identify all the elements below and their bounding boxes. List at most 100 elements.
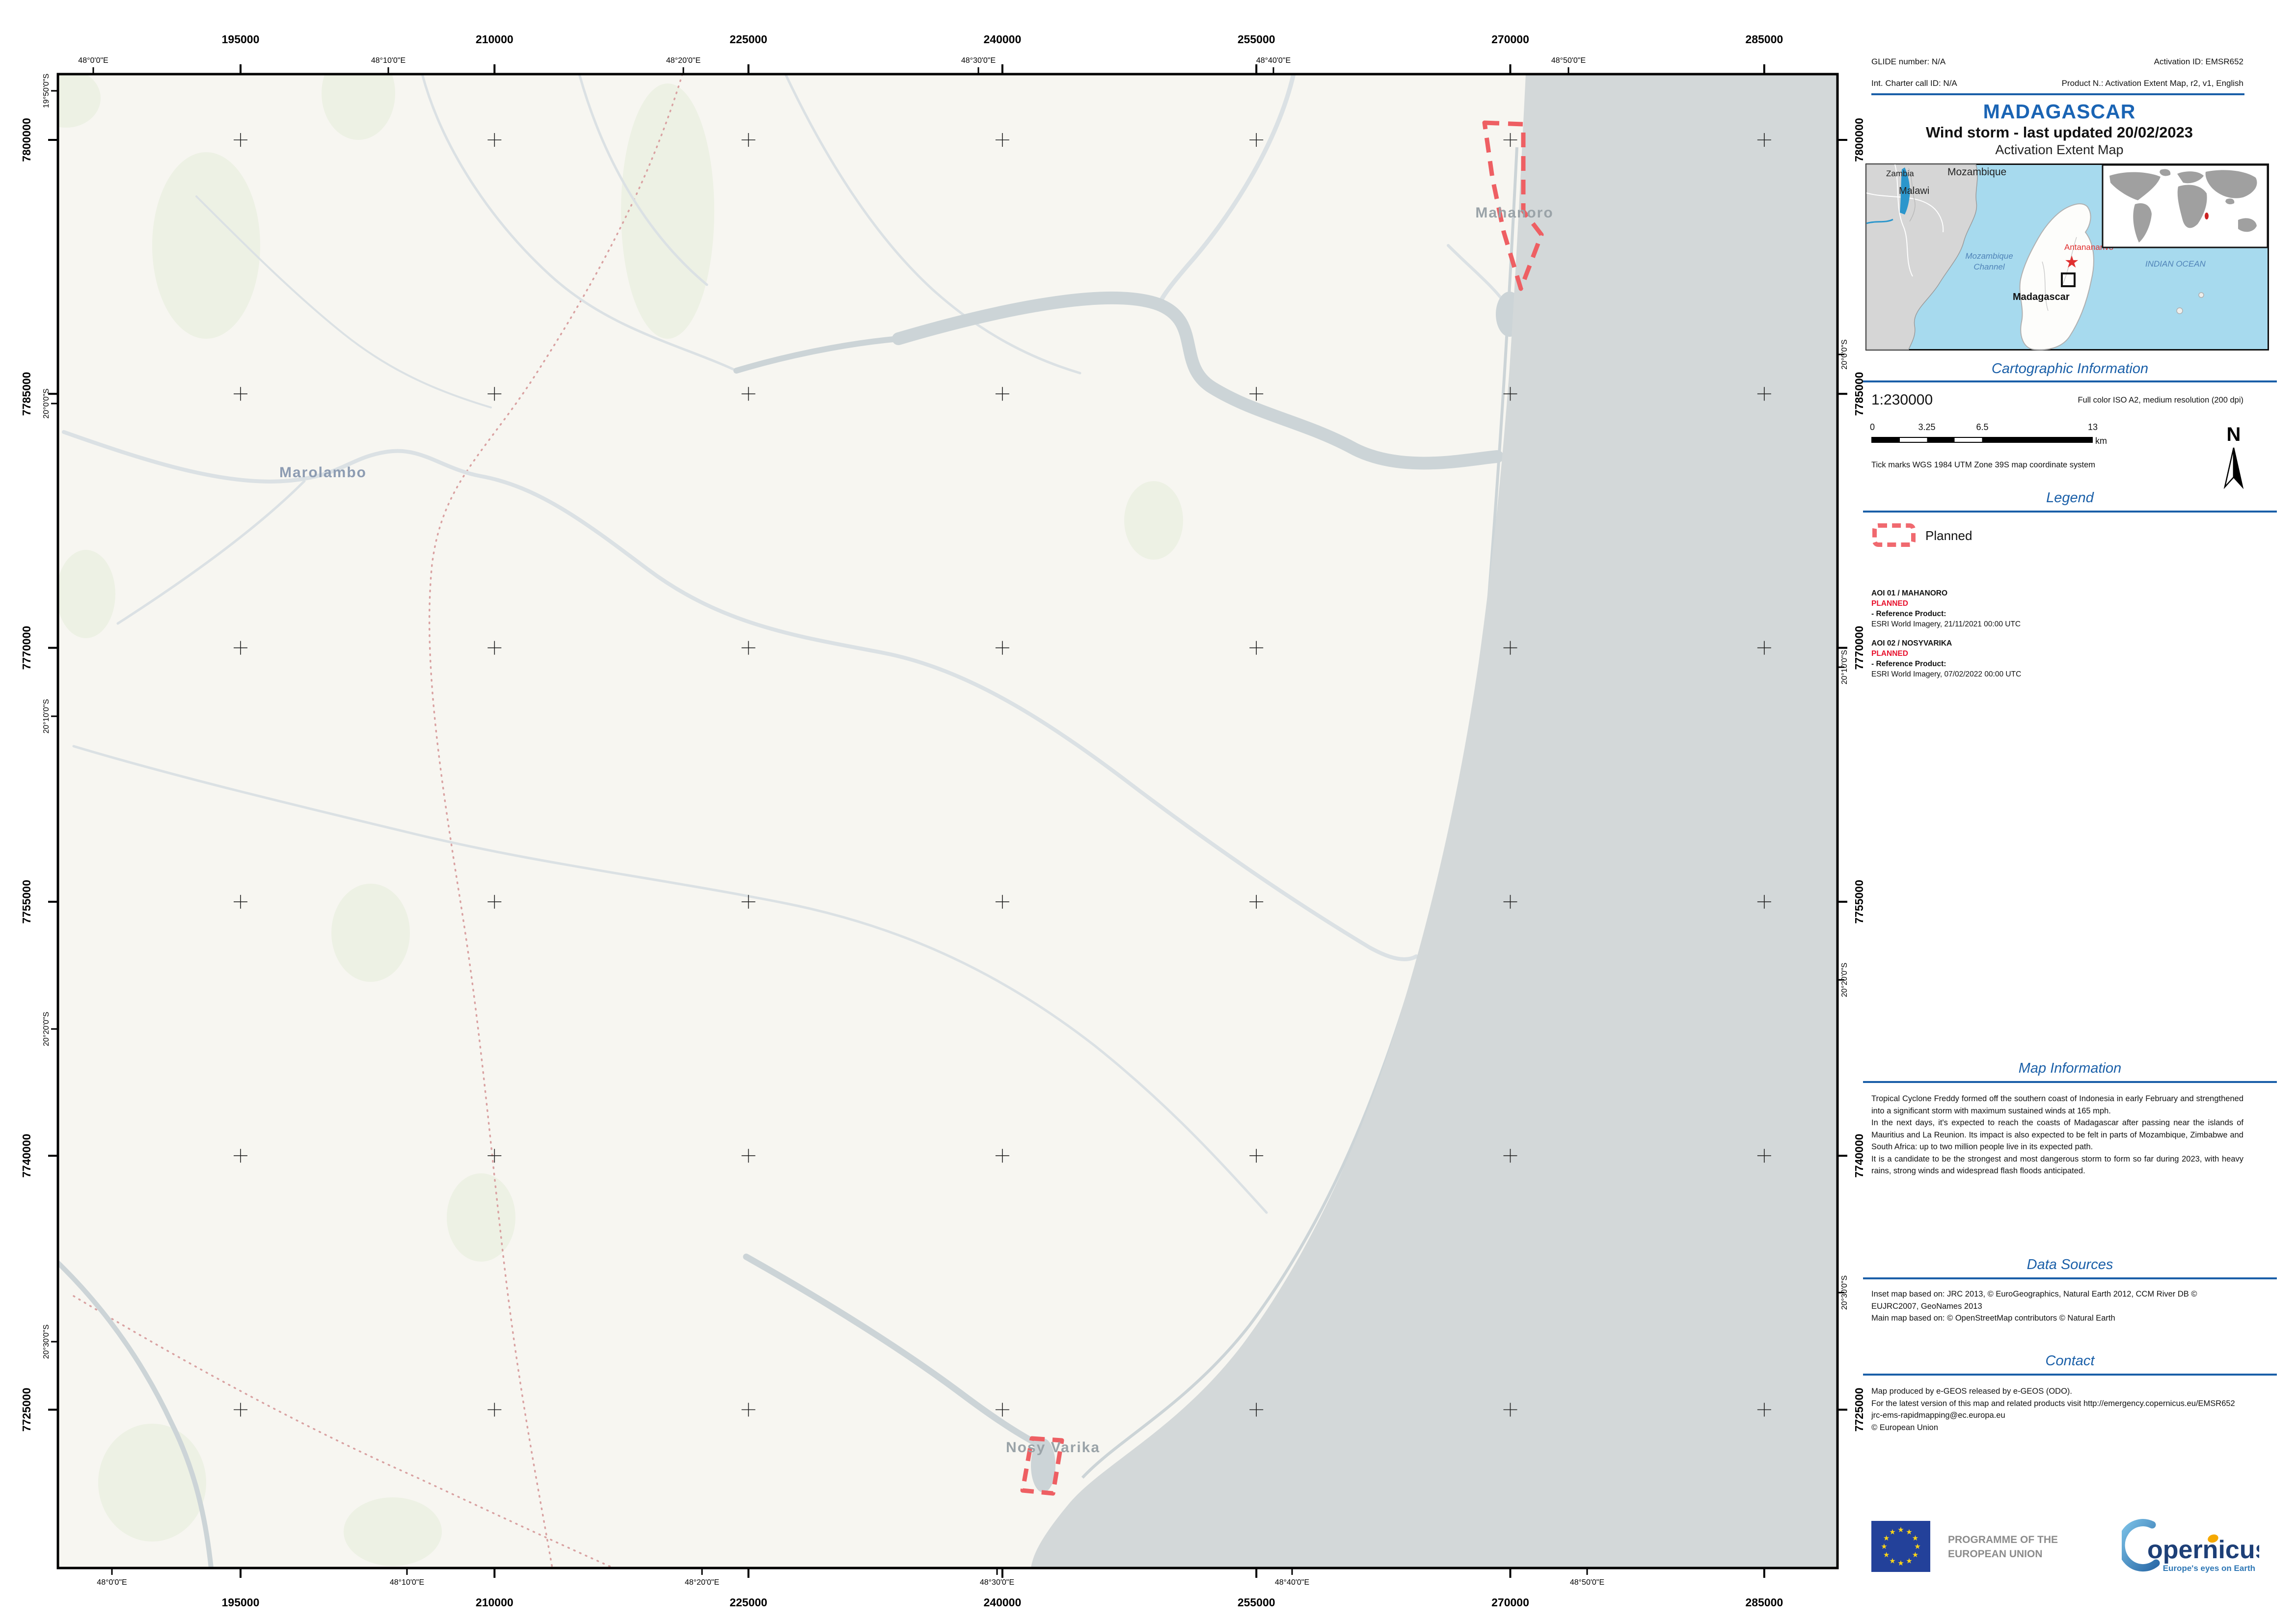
- axis-label: 195000: [222, 33, 260, 46]
- svg-text:opernicus: opernicus: [2147, 1536, 2259, 1564]
- axis-label: 255000: [1238, 1596, 1275, 1609]
- page-title-event: Wind storm - last updated 20/02/2023: [1863, 124, 2256, 141]
- map-place-label: Mahanoro: [1475, 205, 1553, 221]
- axis-label: 48°10'0"E: [390, 1578, 424, 1587]
- eu-star-icon: ★: [1889, 1557, 1895, 1565]
- contact-rule: [1863, 1374, 2277, 1376]
- axis-label: 255000: [1238, 33, 1275, 46]
- svg-text:N: N: [2227, 424, 2241, 445]
- capital-star-icon: ★: [2064, 253, 2079, 271]
- contact-text: Map produced by e-GEOS released by e-GEO…: [1871, 1385, 2243, 1434]
- svg-text:Europe's eyes on Earth: Europe's eyes on Earth: [2163, 1564, 2255, 1573]
- inset-label-channel-2: Channel: [1973, 262, 2005, 271]
- eu-star-icon: ★: [1906, 1557, 1912, 1565]
- forest-patch: [621, 83, 714, 339]
- contact-email: jrc-ems-rapidmapping@ec.europa.eu: [1871, 1409, 2243, 1422]
- axis-label: 20°20'0"S: [1840, 963, 1849, 997]
- scale-bar-unit: km: [2095, 436, 2107, 446]
- axis-label: 270000: [1491, 1596, 1529, 1609]
- map-info-paragraph-2: In the next days, it's expected to reach…: [1871, 1117, 2243, 1153]
- axis-label: 7755000: [20, 880, 33, 924]
- axis-label: 7725000: [1853, 1388, 1865, 1432]
- scale-bar-strip: [1871, 437, 2093, 443]
- aoi-02-source: ESRI World Imagery, 07/02/2022 00:00 UTC: [1871, 669, 2244, 679]
- forest-patch: [98, 1424, 206, 1542]
- axis-label: 285000: [1745, 1596, 1783, 1609]
- header-divider: [1871, 93, 2244, 95]
- activation-id: Activation ID: EMSR652: [1964, 57, 2243, 67]
- aoi-01-title: AOI 01 / MAHANORO: [1871, 588, 2244, 598]
- page-title-subtitle: Activation Extent Map: [1863, 142, 2256, 158]
- axis-label: 48°40'0"E: [1256, 56, 1291, 65]
- map-info-paragraph-1: Tropical Cyclone Freddy formed off the s…: [1871, 1093, 2243, 1117]
- forest-patch: [344, 1497, 442, 1566]
- axis-label: 7785000: [20, 372, 33, 416]
- locator-inset-map: Zambia Mozambique Malawi Mozambique Chan…: [1865, 163, 2269, 351]
- map-information-rule: [1863, 1081, 2277, 1083]
- axis-label: 48°40'0"E: [1275, 1578, 1309, 1587]
- print-note: Full color ISO A2, medium resolution (20…: [1988, 396, 2243, 405]
- aoi-01-ref: - Reference Product:: [1871, 609, 2244, 619]
- eu-star-icon: ★: [1914, 1542, 1920, 1551]
- scale-bar-label-0: 0: [1870, 422, 1875, 433]
- axis-label: 7800000: [20, 118, 33, 162]
- eu-flag-icon: ★★★★★★★★★★★★: [1871, 1521, 1930, 1572]
- axis-label: 285000: [1745, 33, 1783, 46]
- eu-star-icon: ★: [1897, 1526, 1904, 1534]
- axis-label: 195000: [222, 1596, 260, 1609]
- data-sources-text: Inset map based on: JRC 2013, © EuroGeog…: [1871, 1288, 2243, 1325]
- eu-star-icon: ★: [1883, 1551, 1890, 1559]
- inset-label-mozambique: Mozambique: [1947, 166, 2006, 178]
- map-info-paragraph-3: It is a candidate to be the strongest an…: [1871, 1153, 2243, 1177]
- axis-label: 20°30'0"S: [42, 1325, 51, 1359]
- eu-star-icon: ★: [1889, 1528, 1895, 1537]
- charter-call-id: Int. Charter call ID: N/A: [1871, 79, 1957, 88]
- axis-label: 48°30'0"E: [961, 56, 996, 65]
- map-canvas: MarolamboMahanoroNosy Varika: [29, 47, 1837, 1568]
- aoi-01-block: AOI 01 / MAHANORO PLANNED - Reference Pr…: [1871, 588, 2244, 629]
- legend-planned-swatch: [1872, 523, 1916, 547]
- aoi-02-ref: - Reference Product:: [1871, 659, 2244, 669]
- data-sources-rule: [1863, 1277, 2277, 1279]
- tick-marks-note: Tick marks WGS 1984 UTM Zone 39S map coo…: [1871, 460, 2095, 470]
- axis-label: 20°0'0"S: [42, 388, 51, 418]
- axis-label: 20°10'0"S: [1840, 650, 1849, 684]
- axis-label: 240000: [984, 1596, 1022, 1609]
- contact-copyright: © European Union: [1871, 1422, 2243, 1434]
- eu-star-icon: ★: [1912, 1551, 1918, 1559]
- product-number: Product N.: Activation Extent Map, r2, v…: [1964, 79, 2243, 88]
- eu-star-icon: ★: [1897, 1559, 1904, 1568]
- axis-label: 7755000: [1853, 880, 1865, 924]
- inset-label-malawi: Malawi: [1899, 186, 1929, 196]
- aoi-01-status: PLANNED: [1871, 598, 2244, 609]
- axis-label: 20°10'0"S: [42, 699, 51, 733]
- cartographic-rule: [1863, 380, 2277, 382]
- section-heading-cartographic: Cartographic Information: [1863, 361, 2277, 377]
- forest-patch: [56, 550, 115, 638]
- inset-label-country: Madagascar: [2013, 292, 2070, 302]
- axis-label: 7770000: [20, 626, 33, 670]
- section-heading-legend: Legend: [1863, 490, 2277, 506]
- aoi-02-title: AOI 02 / NOSYVARIKA: [1871, 638, 2244, 649]
- eu-star-icon: ★: [1912, 1534, 1918, 1542]
- inset-label-channel-1: Mozambique: [1965, 251, 2013, 261]
- eu-star-icon: ★: [1906, 1528, 1912, 1537]
- contact-latest-version: For the latest version of this map and r…: [1871, 1398, 2243, 1410]
- section-heading-data-sources: Data Sources: [1863, 1257, 2277, 1273]
- eu-programme-label: PROGRAMME OF THE EUROPEAN UNION: [1948, 1533, 2058, 1561]
- eu-star-icon: ★: [1883, 1534, 1890, 1542]
- axis-label: 20°0'0"S: [1840, 339, 1849, 369]
- axis-label: 48°20'0"E: [666, 56, 701, 65]
- axis-label: 210000: [476, 1596, 513, 1609]
- forest-patch: [447, 1173, 515, 1262]
- scale-bar: 0 3.25 6.5 13 km: [1871, 422, 2102, 452]
- section-heading-contact: Contact: [1863, 1353, 2277, 1369]
- eu-star-icon: ★: [1881, 1542, 1887, 1551]
- axis-label: 48°50'0"E: [1551, 56, 1586, 65]
- axis-label: 210000: [476, 33, 513, 46]
- aoi-02-status: PLANNED: [1871, 649, 2244, 659]
- section-heading-map-information: Map Information: [1863, 1060, 2277, 1077]
- legend-planned-label: Planned: [1925, 528, 1972, 543]
- axis-label: 20°30'0"S: [1840, 1275, 1849, 1310]
- data-sources-line-1: Inset map based on: JRC 2013, © EuroGeog…: [1871, 1288, 2243, 1312]
